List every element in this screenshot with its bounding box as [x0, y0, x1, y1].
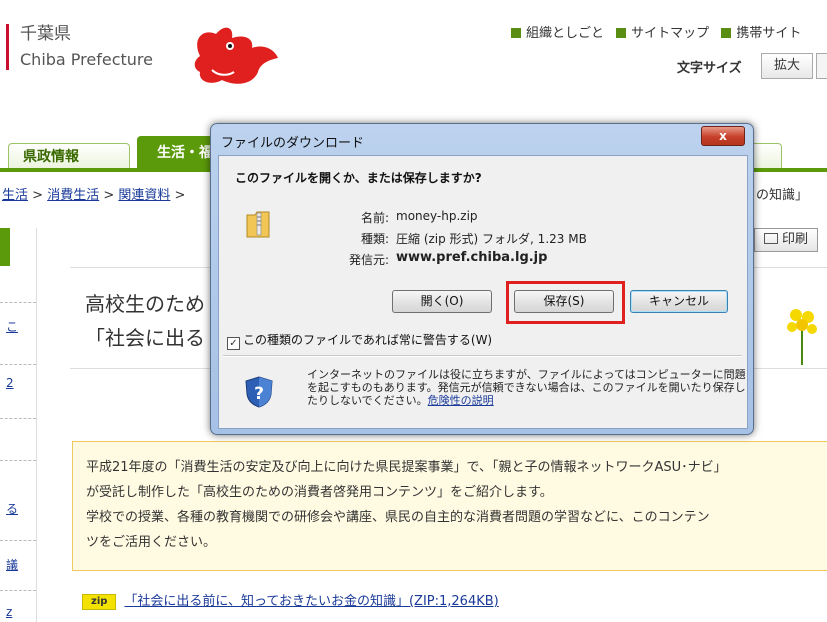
logo-text-en: Chiba Prefecture — [20, 50, 153, 69]
file-name: money-hp.zip — [396, 209, 478, 223]
description-line: 平成21年度の「消費生活の安定及び向上に向けた県民提案事業」で、「親と子の情報ネ… — [86, 460, 727, 475]
file-download-dialog: ファイルのダウンロード x このファイルを開くか、または保存しますか? 名前: … — [210, 123, 754, 435]
breadcrumb: 生活 > 消費生活 > 関連資料 > — [2, 188, 186, 203]
zip-folder-icon — [246, 211, 270, 238]
type-label: 種類: — [360, 232, 389, 246]
open-button[interactable]: 開く(O) — [392, 290, 492, 313]
description-line: ツをご活用ください。 — [86, 535, 217, 550]
description: 平成21年度の「消費生活の安定及び向上に向けた県民提案事業」で、「親と子の情報ネ… — [86, 455, 821, 555]
sidebar-separator — [0, 540, 36, 541]
sidebar-separator — [0, 418, 36, 419]
name-label: 名前: — [360, 211, 389, 225]
bullet-icon — [616, 28, 627, 38]
sidebar-separator — [0, 364, 36, 365]
breadcrumb-consumer-life[interactable]: 消費生活 — [47, 188, 99, 203]
top-link-mobile[interactable]: 携帯サイト — [721, 26, 801, 41]
always-warn-option[interactable]: ✓ この種類のファイルであれば常に警告する(W) — [227, 331, 492, 350]
printer-icon — [763, 233, 778, 244]
description-line: 学校での授業、各種の教育機関での研修会や講座、県民の自主的な消費者問題の学習など… — [86, 510, 710, 525]
breadcrumb-materials[interactable]: 関連資料 — [118, 188, 170, 203]
sidebar-divider — [36, 228, 37, 622]
warning-text: インターネットのファイルは役に立ちますが、ファイルによってはコンピューターに問題… — [307, 368, 746, 407]
sidebar-item-1[interactable]: こ — [6, 318, 18, 335]
sidebar-item-4[interactable]: 議 — [6, 556, 18, 573]
top-link-sitemap[interactable]: サイトマップ — [616, 26, 709, 41]
zip-badge-icon: zip — [82, 594, 117, 610]
cancel-button[interactable]: キャンセル — [630, 290, 728, 313]
sidebar-separator — [0, 302, 36, 303]
bullet-icon — [721, 28, 732, 38]
sidebar-separator — [0, 460, 36, 461]
zip-download-row: zip 「社会に出る前に、知っておきたいお金の知識」(ZIP:1,264KB) — [82, 590, 499, 610]
page-title-line2: 「社会に出る — [85, 326, 205, 350]
site-logo[interactable]: 千葉県 Chiba Prefecture — [20, 22, 153, 72]
font-enlarge-button[interactable]: 拡大 — [761, 53, 813, 79]
source-label: 発信元: — [348, 253, 389, 267]
font-size-label: 文字サイズ — [677, 61, 742, 76]
print-button[interactable]: 印刷 — [754, 228, 818, 252]
sidebar-item-3[interactable]: る — [6, 500, 18, 517]
always-warn-checkbox[interactable]: ✓ — [227, 337, 240, 350]
page-title-line1: 高校生のため — [85, 292, 205, 316]
sidebar-item-5[interactable]: z — [6, 605, 12, 619]
file-type: 圧縮 (zip 形式) フォルダ, 1.23 MB — [396, 232, 587, 246]
security-shield-icon: ? — [245, 376, 273, 408]
breadcrumb-current: の知識」 — [756, 188, 809, 203]
zip-download-link[interactable]: 「社会に出る前に、知っておきたいお金の知識」(ZIP:1,264KB) — [124, 594, 498, 609]
rapeseed-flower-icon — [787, 309, 817, 365]
breadcrumb-life[interactable]: 生活 — [2, 188, 28, 203]
sidebar-header — [0, 228, 10, 266]
chiba-mascot-icon — [194, 27, 278, 84]
always-warn-label: この種類のファイルであれば常に警告する(W) — [243, 333, 493, 347]
dialog-question: このファイルを開くか、または保存しますか? — [235, 171, 482, 185]
dialog-body: このファイルを開くか、または保存しますか? 名前: money-hp.zip 種… — [218, 155, 748, 429]
description-line: が受託し制作した「高校生のための消費者啓発用コンテンツ」をご紹介します。 — [86, 485, 553, 500]
file-source: www.pref.chiba.lg.jp — [396, 250, 548, 265]
top-link-organization[interactable]: 組織としごと — [511, 26, 604, 41]
bullet-icon — [511, 28, 521, 38]
tab-prefectural-info[interactable]: 県政情報 — [8, 143, 130, 171]
sidebar-item-2[interactable]: 2 — [6, 376, 14, 390]
font-standard-button[interactable] — [816, 53, 827, 79]
top-links: 組織としごと サイトマップ 携帯サイト — [511, 22, 809, 41]
dialog-separator — [223, 355, 742, 357]
dialog-close-button[interactable]: x — [701, 126, 745, 146]
save-button-highlight — [506, 281, 625, 324]
logo-text-jp: 千葉県 — [20, 24, 71, 44]
logo-accent-bar — [6, 24, 9, 70]
risk-explanation-link[interactable]: 危険性の説明 — [428, 394, 494, 407]
dialog-title: ファイルのダウンロード — [221, 136, 365, 151]
sidebar-separator — [0, 590, 36, 591]
svg-text:?: ? — [254, 384, 264, 404]
security-warning: インターネットのファイルは役に立ちますが、ファイルによってはコンピューターに問題… — [307, 368, 747, 407]
